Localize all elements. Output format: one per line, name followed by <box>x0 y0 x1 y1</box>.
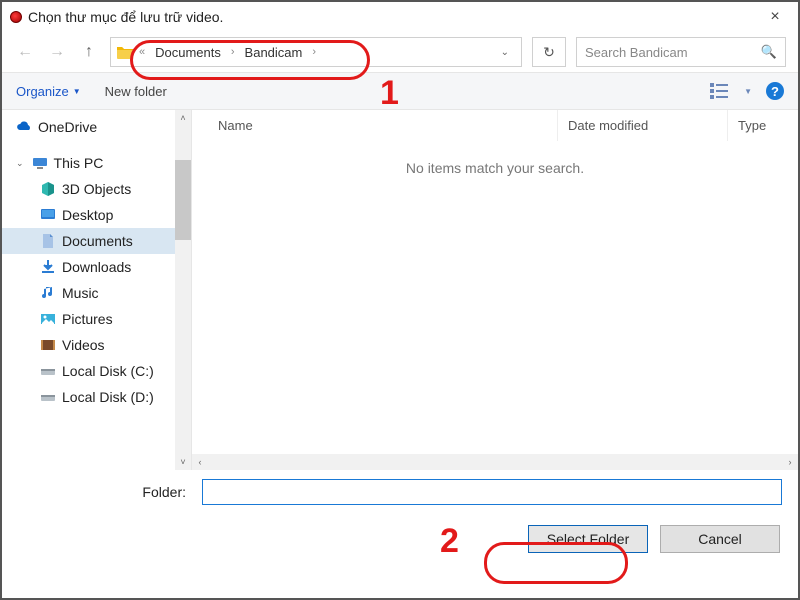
tree-label: Documents <box>62 233 133 249</box>
body-split: OneDrive ⌄ This PC 3D Objects Desktop Do… <box>2 110 798 470</box>
refresh-button[interactable]: ↻ <box>532 37 566 67</box>
tree-3dobjects[interactable]: 3D Objects <box>2 176 191 202</box>
caret-right-icon: ⌄ <box>16 158 24 169</box>
tree-label: Local Disk (C:) <box>62 363 154 379</box>
tree-documents[interactable]: Documents <box>2 228 191 254</box>
nav-tree: OneDrive ⌄ This PC 3D Objects Desktop Do… <box>2 110 192 470</box>
chevron-right-icon: › <box>231 46 235 58</box>
tree-label: Desktop <box>62 207 113 223</box>
tree-label: 3D Objects <box>62 181 131 197</box>
desktop-icon <box>40 207 56 223</box>
pc-icon <box>32 155 48 171</box>
caret-down-icon: ▼ <box>73 87 81 96</box>
address-dropdown-icon[interactable]: ⌄ <box>495 47 515 58</box>
folder-input[interactable] <box>202 479 782 505</box>
download-icon <box>40 259 56 275</box>
tree-disk-c[interactable]: Local Disk (C:) <box>2 358 191 384</box>
back-button[interactable]: ← <box>14 41 36 63</box>
content-hscrollbar[interactable]: ‹ › <box>192 454 798 470</box>
organize-label: Organize <box>16 84 69 99</box>
scroll-left-icon[interactable]: ‹ <box>192 457 208 467</box>
drive-icon <box>40 389 56 405</box>
titlebar: Chọn thư mục để lưu trữ video. × <box>2 2 798 32</box>
tree-label: Downloads <box>62 259 131 275</box>
folder-label: Folder: <box>2 484 192 500</box>
up-button[interactable]: ↑ <box>78 41 100 63</box>
search-input[interactable]: Search Bandicam 🔍 <box>576 37 786 67</box>
caret-down-icon[interactable]: ▼ <box>744 87 752 96</box>
breadcrumb-bandicam[interactable]: Bandicam <box>241 43 307 62</box>
help-icon[interactable]: ? <box>766 82 784 100</box>
button-row: Select Folder Cancel <box>2 514 798 564</box>
tree-thispc[interactable]: ⌄ This PC <box>2 150 191 176</box>
file-list: Name Date modified Type No items match y… <box>192 110 798 470</box>
videos-icon <box>40 337 56 353</box>
tree-music[interactable]: Music <box>2 280 191 306</box>
record-icon <box>10 11 22 23</box>
new-folder-button[interactable]: New folder <box>105 84 167 99</box>
tree-scroll-up[interactable]: ˄ <box>175 110 191 126</box>
organize-menu[interactable]: Organize ▼ <box>16 84 81 99</box>
tree-disk-d[interactable]: Local Disk (D:) <box>2 384 191 410</box>
empty-message: No items match your search. <box>192 160 798 176</box>
column-headers: Name Date modified Type <box>192 110 798 142</box>
search-icon: 🔍 <box>761 44 777 60</box>
col-date[interactable]: Date modified <box>558 110 728 141</box>
tree-label: Local Disk (D:) <box>62 389 154 405</box>
pictures-icon <box>40 311 56 327</box>
tree-desktop[interactable]: Desktop <box>2 202 191 228</box>
folder-row: Folder: <box>2 470 798 514</box>
col-type[interactable]: Type <box>728 110 798 141</box>
tree-onedrive[interactable]: OneDrive <box>2 114 191 140</box>
address-bar[interactable]: « Documents › Bandicam › ⌄ <box>110 37 522 67</box>
window-title: Chọn thư mục để lưu trữ video. <box>28 9 223 25</box>
folder-icon <box>117 45 133 59</box>
scroll-right-icon[interactable]: › <box>782 457 798 467</box>
tree-videos[interactable]: Videos <box>2 332 191 358</box>
toolbar: Organize ▼ New folder ▼ ? <box>2 72 798 110</box>
document-icon <box>40 233 56 249</box>
drive-icon <box>40 363 56 379</box>
cloud-icon <box>16 119 32 135</box>
cancel-button[interactable]: Cancel <box>660 525 780 553</box>
tree-label: Videos <box>62 337 105 353</box>
breadcrumb-documents[interactable]: Documents <box>151 43 225 62</box>
tree-label: Pictures <box>62 311 113 327</box>
tree-scroll-down[interactable]: ˅ <box>175 454 191 470</box>
search-placeholder: Search Bandicam <box>585 45 688 60</box>
tree-downloads[interactable]: Downloads <box>2 254 191 280</box>
breadcrumb-ellipsis[interactable]: « <box>139 46 145 58</box>
tree-label: This PC <box>54 155 104 171</box>
tree-label: Music <box>62 285 99 301</box>
tree-scroll-thumb[interactable] <box>175 160 191 240</box>
tree-pictures[interactable]: Pictures <box>2 306 191 332</box>
cube-icon <box>40 181 56 197</box>
tree-label: OneDrive <box>38 119 97 135</box>
view-options-button[interactable] <box>710 83 730 99</box>
music-icon <box>40 285 56 301</box>
forward-button[interactable]: → <box>46 41 68 63</box>
select-folder-button[interactable]: Select Folder <box>528 525 648 553</box>
close-icon[interactable]: × <box>760 8 790 26</box>
address-row: ← → ↑ « Documents › Bandicam › ⌄ ↻ Searc… <box>2 32 798 72</box>
chevron-right-icon: › <box>312 46 316 58</box>
col-name[interactable]: Name <box>192 110 558 141</box>
